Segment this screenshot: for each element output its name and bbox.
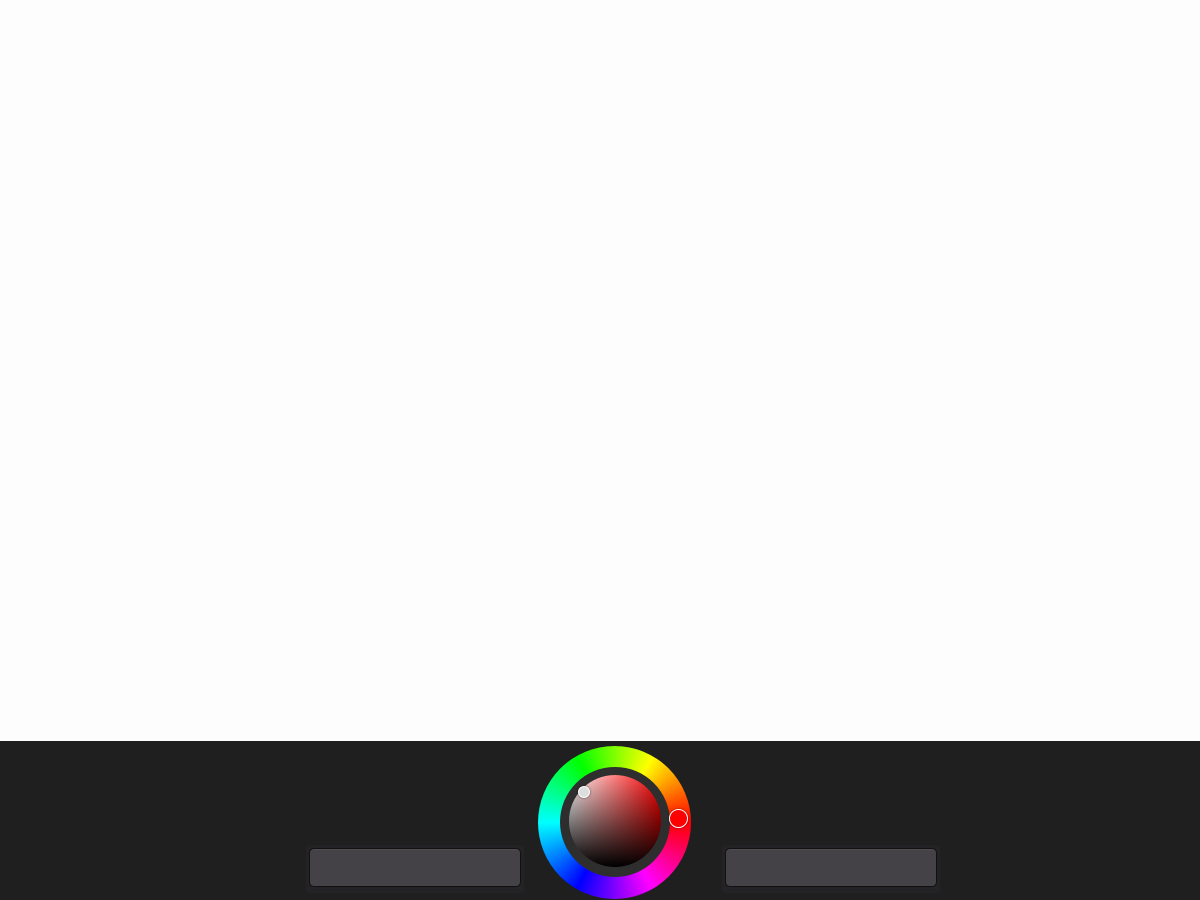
- hue-handle[interactable]: [669, 809, 688, 828]
- drawing-canvas[interactable]: [0, 0, 1200, 741]
- bottom-toolbar: [0, 741, 1200, 900]
- left-slot-button[interactable]: [309, 848, 521, 887]
- right-slot-well: [722, 845, 940, 893]
- saturation-brightness-handle[interactable]: [578, 786, 590, 798]
- left-slot-well: [306, 845, 524, 893]
- right-slot-button[interactable]: [725, 848, 937, 887]
